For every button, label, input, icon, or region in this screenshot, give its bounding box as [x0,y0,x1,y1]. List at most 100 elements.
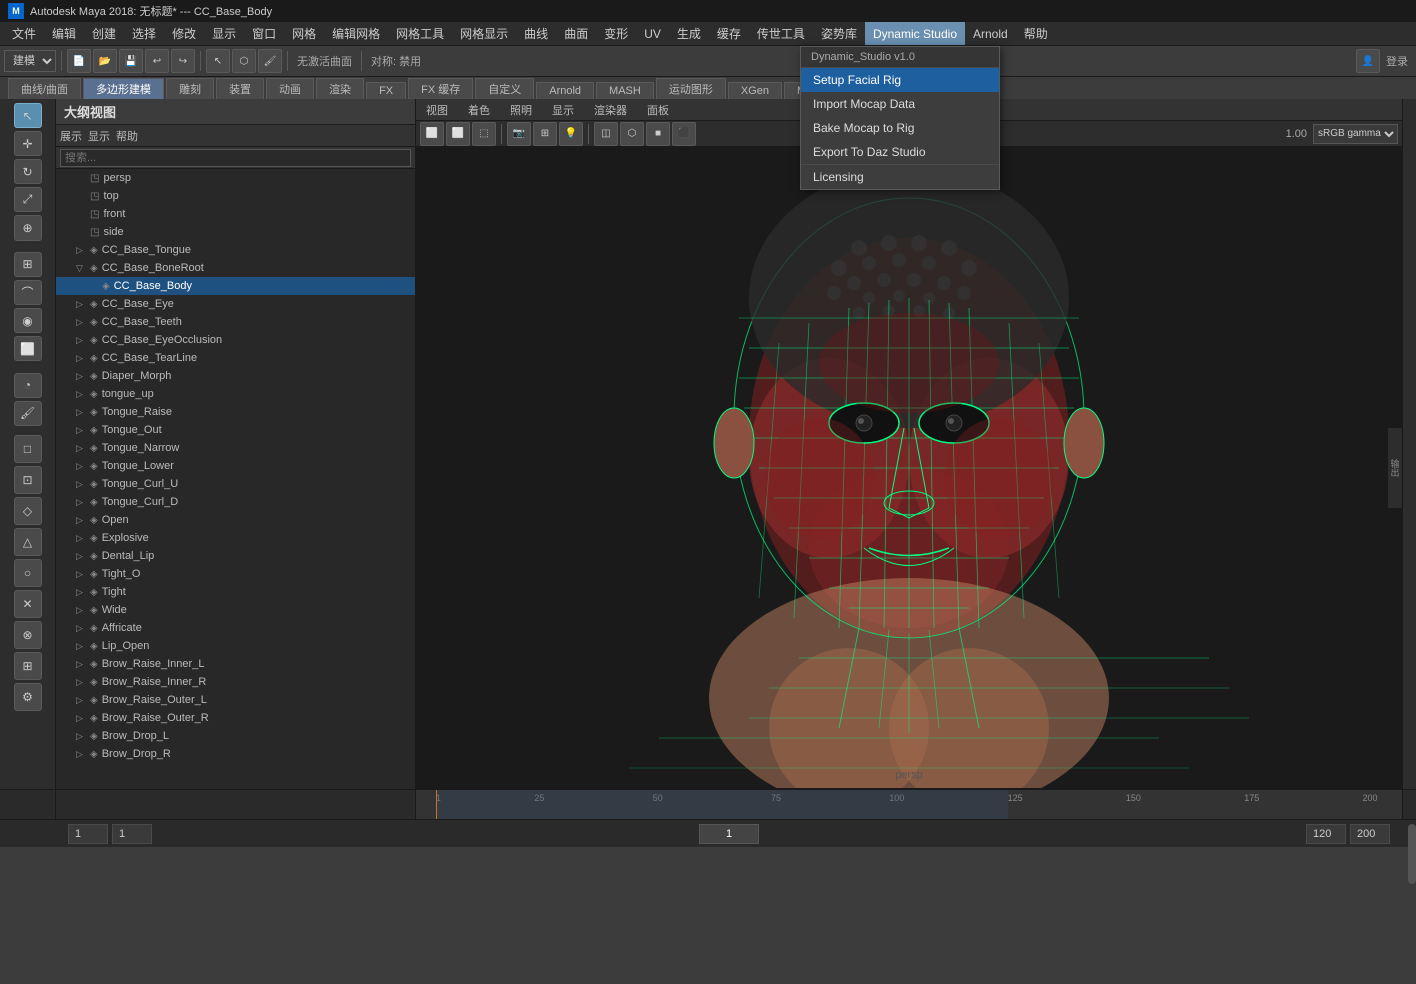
list-item[interactable]: ▷ ◈ Open [56,511,415,529]
select-tool[interactable]: ↖ [14,103,42,128]
list-item-body[interactable]: ◈ CC_Base_Body [56,277,415,295]
tool-b[interactable]: ⊡ [14,466,42,494]
tab-mash[interactable]: MASH [596,82,654,99]
menu-deform[interactable]: 变形 [596,22,636,45]
list-item[interactable]: ▷ ◈ Brow_Raise_Inner_R [56,673,415,691]
list-item[interactable]: ▷ ◈ Diaper_Morph [56,367,415,385]
menu-help[interactable]: 帮助 [1016,22,1056,45]
list-item[interactable]: ▷ ◈ Tongue_Raise [56,403,415,421]
tab-fx[interactable]: FX [366,82,406,99]
list-item[interactable]: ▷ ◈ CC_Base_TearLine [56,349,415,367]
list-item-tongue-lower[interactable]: ▷ ◈ Tongue_Lower [56,457,415,475]
list-item[interactable]: ▷ ◈ Lip_Open [56,637,415,655]
vp-camera[interactable]: 📷 [507,122,531,146]
list-item-brow-outer-l[interactable]: ▷ ◈ Brow_Raise_Outer_L [56,691,415,709]
tab-rig[interactable]: 装置 [216,78,264,99]
gamma-select[interactable]: sRGB gamma [1313,124,1398,144]
move-tool[interactable]: ✛ [14,131,42,156]
dropdown-item-setup-facial-rig[interactable]: Setup Facial Rig [801,68,999,92]
snap-to-curve[interactable]: ⌒ [14,280,42,305]
list-item[interactable]: ▷ ◈ Tongue_Curl_U [56,475,415,493]
list-item[interactable]: ▷ ◈ Tongue_Narrow [56,439,415,457]
vp-tool-2[interactable]: ⬜ [446,122,470,146]
viewport-menu-display[interactable]: 显示 [548,102,578,118]
list-item[interactable]: ◳ side [56,223,415,241]
menu-xgen[interactable]: 传世工具 [749,22,813,45]
tool-d[interactable]: △ [14,528,42,556]
vp-tool-3[interactable]: ⬚ [472,122,496,146]
list-item[interactable]: ▷ ◈ Brow_Raise_Inner_L [56,655,415,673]
vp-tool-1[interactable]: ⬜ [420,122,444,146]
list-item-boneroot[interactable]: ▽ ◈ CC_Base_BoneRoot [56,259,415,277]
list-item-tongue[interactable]: ▷ ◈ CC_Base_Tongue [56,241,415,259]
search-input[interactable] [60,149,411,167]
tab-curves-surfaces[interactable]: 曲线/曲面 [8,78,81,99]
mode-dropdown[interactable]: 建模 [4,50,56,72]
lasso-tool-btn[interactable]: ⬡ [232,49,256,73]
total-end[interactable]: 200 [1350,824,1390,844]
outliner-menu-display[interactable]: 显示 [88,128,110,144]
status-frame1[interactable]: 1 [68,824,108,844]
list-item[interactable]: ▷ ◈ Brow_Raise_Outer_R [56,709,415,727]
list-item[interactable]: ▷ ◈ CC_Base_Teeth [56,313,415,331]
dropdown-item-export-daz[interactable]: Export To Daz Studio [801,140,999,164]
vp-wire[interactable]: ⬡ [620,122,644,146]
tab-polygon[interactable]: 多边形建模 [83,78,164,99]
range-end[interactable]: 120 [1306,824,1346,844]
viewport-menu-shading[interactable]: 着色 [464,102,494,118]
list-item-tight-o[interactable]: ▷ ◈ Dental_Lip [56,547,415,565]
menu-generate[interactable]: 生成 [669,22,709,45]
tab-arnold[interactable]: Arnold [536,82,594,99]
menu-uv[interactable]: UV [636,22,669,45]
save-file-btn[interactable]: 💾 [119,49,143,73]
select-tool-btn[interactable]: ↖ [206,49,230,73]
vp-tex[interactable]: ⬛ [672,122,696,146]
universal-tool[interactable]: ⊕ [14,215,42,240]
menu-modify[interactable]: 修改 [164,22,204,45]
list-item[interactable]: ▷ ◈ Affricate [56,619,415,637]
viewport-menu-view[interactable]: 视图 [422,102,452,118]
viewport-menu-lighting[interactable]: 照明 [506,102,536,118]
menu-curves[interactable]: 曲线 [516,22,556,45]
paint-tool-btn[interactable]: 🖌 [258,49,282,73]
menu-create[interactable]: 创建 [84,22,124,45]
snap-to-point[interactable]: ◉ [14,308,42,333]
list-item[interactable]: ▷ ◈ Wide [56,601,415,619]
list-item[interactable]: ▷ ◈ CC_Base_EyeOcclusion [56,331,415,349]
list-item[interactable]: ◳ top [56,187,415,205]
menu-surfaces[interactable]: 曲面 [556,22,596,45]
menu-file[interactable]: 文件 [4,22,44,45]
menu-display[interactable]: 显示 [204,22,244,45]
snap-to-grid[interactable]: ⊞ [14,252,42,277]
viewport-canvas[interactable]: persp 输出 [416,147,1402,789]
vp-grid[interactable]: ⊞ [533,122,557,146]
timeline-ruler[interactable]: 1 25 50 75 100 125 150 175 200 [416,790,1402,819]
undo-btn[interactable]: ↩ [145,49,169,73]
tool-e[interactable]: ○ [14,559,42,587]
tab-fx-cache[interactable]: FX 缓存 [408,78,473,99]
current-frame-display[interactable]: 1 [699,824,759,844]
tab-sculpt[interactable]: 雕刻 [166,78,214,99]
menu-mesh-display[interactable]: 网格显示 [452,22,516,45]
list-item[interactable]: ▷ ◈ tongue_up [56,385,415,403]
list-item-tight[interactable]: ▷ ◈ Tight_O [56,565,415,583]
menu-dynamic-studio[interactable]: Dynamic Studio [865,22,965,45]
menu-select[interactable]: 选择 [124,22,164,45]
menu-edit[interactable]: 编辑 [44,22,84,45]
paint-weights[interactable]: 🖌 [14,401,42,426]
tab-xgen[interactable]: XGen [728,82,782,99]
tab-render[interactable]: 渲染 [316,78,364,99]
tool-settings[interactable]: ⚙ [14,683,42,711]
dropdown-item-licensing[interactable]: Licensing [801,165,999,189]
menu-pose[interactable]: 姿势库 [813,22,865,45]
list-item[interactable]: ▷ ◈ Tongue_Curl_D [56,493,415,511]
menu-cache[interactable]: 缓存 [709,22,749,45]
list-item[interactable]: ▷ ◈ Brow_Drop_L [56,727,415,745]
new-file-btn[interactable]: 📄 [67,49,91,73]
open-file-btn[interactable]: 📂 [93,49,117,73]
soft-select[interactable]: ◔ [14,373,42,398]
list-item[interactable]: ◳ persp [56,169,415,187]
vp-iso[interactable]: ◫ [594,122,618,146]
menu-mesh-edit[interactable]: 编辑网格 [324,22,388,45]
list-item[interactable]: ▷ ◈ CC_Base_Eye [56,295,415,313]
